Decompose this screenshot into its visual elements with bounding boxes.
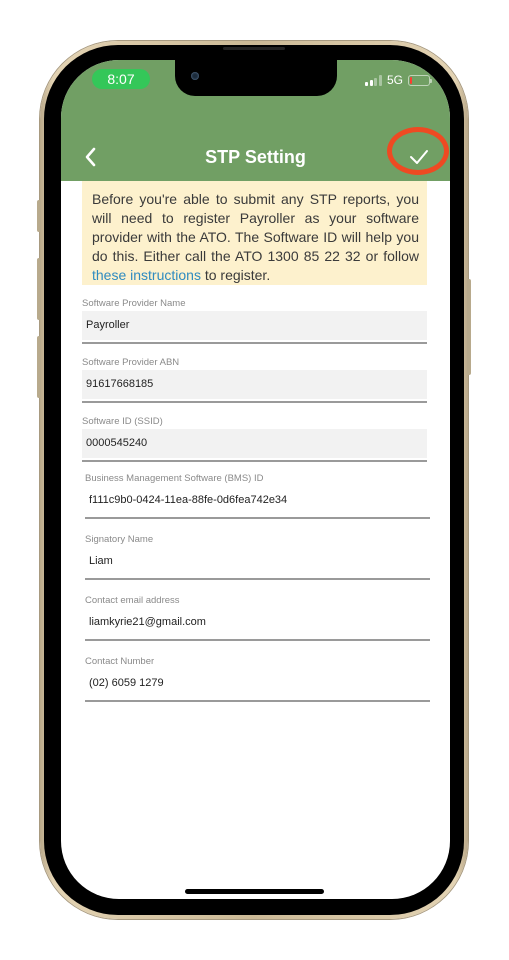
info-notice: Before you're able to submit any STP rep… <box>82 181 427 285</box>
field-value[interactable]: Liam <box>85 547 430 576</box>
notch <box>175 60 337 96</box>
field-underline <box>82 401 427 403</box>
signal-icon <box>365 74 382 86</box>
notice-text-end: to register. <box>200 267 271 283</box>
software-provider-abn-field[interactable]: Software Provider ABN 91617668185 <box>82 356 427 403</box>
field-value[interactable]: f111c9b0-0424-11ea-88fe-0d6fea742e34 <box>85 486 430 515</box>
bms-id-field[interactable]: Business Management Software (BMS) ID f1… <box>85 472 430 519</box>
volume-up-button <box>37 258 41 320</box>
status-indicators: 5G <box>365 73 432 87</box>
field-label: Software ID (SSID) <box>82 416 163 427</box>
field-label: Business Management Software (BMS) ID <box>85 473 264 484</box>
power-button <box>467 279 471 375</box>
home-indicator[interactable] <box>185 889 324 894</box>
battery-icon <box>408 74 432 86</box>
field-value[interactable]: liamkyrie21@gmail.com <box>85 608 430 637</box>
contact-number-field[interactable]: Contact Number (02) 6059 1279 <box>85 655 430 702</box>
field-underline <box>85 517 430 519</box>
screen: 8:07 5G STP Setting Before you're able t… <box>61 60 450 899</box>
nav-header: 8:07 5G STP Setting <box>61 60 450 181</box>
field-value[interactable]: (02) 6059 1279 <box>85 669 430 698</box>
silent-switch <box>37 200 41 232</box>
notice-text: Before you're able to submit any STP rep… <box>92 191 419 264</box>
field-value[interactable]: 0000545240 <box>82 429 427 458</box>
field-underline <box>85 578 430 580</box>
field-underline <box>82 342 427 344</box>
field-label: Software Provider Name <box>82 298 186 309</box>
speaker-grille <box>223 47 285 50</box>
field-label: Contact email address <box>85 595 180 606</box>
field-underline <box>85 700 430 702</box>
status-time: 8:07 <box>92 69 150 89</box>
field-underline <box>85 639 430 641</box>
field-value[interactable]: Payroller <box>82 311 427 340</box>
instructions-link[interactable]: these instructions <box>92 267 201 283</box>
software-provider-name-field[interactable]: Software Provider Name Payroller <box>82 297 427 344</box>
field-label: Software Provider ABN <box>82 357 180 368</box>
camera-icon <box>191 72 199 80</box>
network-type: 5G <box>386 73 403 87</box>
volume-down-button <box>37 336 41 398</box>
signatory-name-field[interactable]: Signatory Name Liam <box>85 533 430 580</box>
annotation-highlight-circle <box>387 127 449 175</box>
field-underline <box>82 460 427 462</box>
field-label: Contact Number <box>85 656 155 667</box>
software-id-field[interactable]: Software ID (SSID) 0000545240 <box>82 415 427 462</box>
field-label: Signatory Name <box>85 534 154 545</box>
contact-email-field[interactable]: Contact email address liamkyrie21@gmail.… <box>85 594 430 641</box>
field-value[interactable]: 91617668185 <box>82 370 427 399</box>
